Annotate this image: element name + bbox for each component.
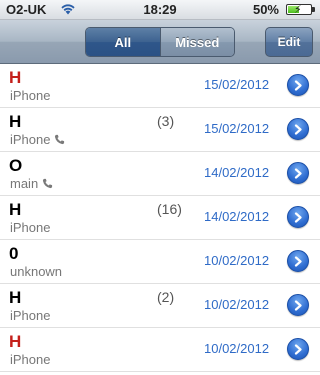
recent-calls-list: H iPhone 15/02/2012 H (3) iPhone 15/02/2…	[0, 64, 320, 372]
phone-type-label: iPhone	[10, 308, 51, 323]
caller-name: H	[9, 288, 22, 307]
caller-name: H	[9, 112, 22, 131]
segment-missed[interactable]: Missed	[159, 28, 234, 56]
phone-type-label: iPhone	[10, 352, 51, 367]
battery-icon: ⚡	[286, 4, 312, 16]
recent-call-row[interactable]: O main 14/02/2012	[0, 152, 320, 196]
detail-disclosure-icon[interactable]	[287, 338, 309, 360]
navigation-bar: All Missed Edit	[0, 20, 320, 64]
recent-call-row[interactable]: 0 unknown 10/02/2012	[0, 240, 320, 284]
call-date: 10/02/2012	[204, 341, 270, 356]
recent-call-row[interactable]: H (2) iPhone 10/02/2012	[0, 284, 320, 328]
caller-name: H	[9, 332, 22, 351]
battery-terminal	[312, 7, 315, 12]
recent-call-row[interactable]: H (3) iPhone 15/02/2012	[0, 108, 320, 152]
detail-disclosure-icon[interactable]	[287, 162, 309, 184]
call-type-line: iPhone	[10, 308, 50, 323]
recent-call-row[interactable]: H (16) iPhone 14/02/2012	[0, 196, 320, 240]
status-bar: O2-UK 18:29 50% ⚡	[0, 0, 320, 20]
call-date: 14/02/2012	[204, 209, 270, 224]
detail-disclosure-icon[interactable]	[287, 74, 309, 96]
caller-name: O	[9, 156, 23, 175]
caller-name: 0	[9, 244, 19, 263]
call-type-line: iPhone	[10, 88, 50, 103]
call-count: (3)	[157, 113, 175, 129]
recents-screen: O2-UK 18:29 50% ⚡ All Missed Edit H iPho…	[0, 0, 320, 375]
call-type-line: unknown	[10, 264, 62, 279]
charging-bolt-icon: ⚡	[294, 4, 302, 16]
phone-type-label: iPhone	[10, 132, 51, 147]
call-type-line: iPhone	[10, 132, 65, 147]
phone-type-label: iPhone	[10, 220, 51, 235]
call-date: 15/02/2012	[204, 77, 270, 92]
call-count: (2)	[157, 289, 175, 305]
detail-disclosure-icon[interactable]	[287, 118, 309, 140]
detail-disclosure-icon[interactable]	[287, 294, 309, 316]
phone-icon	[43, 178, 53, 189]
call-type-line: iPhone	[10, 352, 50, 367]
phone-type-label: main	[10, 176, 39, 191]
detail-disclosure-icon[interactable]	[287, 250, 309, 272]
segment-all[interactable]: All	[86, 28, 160, 56]
phone-icon	[55, 134, 65, 145]
battery-percentage: 50%	[252, 2, 279, 17]
recent-call-row[interactable]: H iPhone 15/02/2012	[0, 64, 320, 108]
phone-type-label: iPhone	[10, 88, 51, 103]
recent-call-row[interactable]: H iPhone 10/02/2012	[0, 328, 320, 372]
call-count: (16)	[157, 201, 182, 217]
call-type-line: main	[10, 176, 53, 191]
detail-disclosure-icon[interactable]	[287, 206, 309, 228]
caller-name: H	[9, 200, 22, 219]
caller-name: H	[9, 68, 22, 87]
phone-type-label: unknown	[10, 264, 63, 279]
call-date: 15/02/2012	[204, 121, 270, 136]
call-date: 10/02/2012	[204, 297, 270, 312]
call-date: 14/02/2012	[204, 165, 270, 180]
call-type-line: iPhone	[10, 220, 50, 235]
recents-filter-control: All Missed	[85, 27, 235, 57]
call-date: 10/02/2012	[204, 253, 270, 268]
edit-button[interactable]: Edit	[265, 27, 313, 57]
